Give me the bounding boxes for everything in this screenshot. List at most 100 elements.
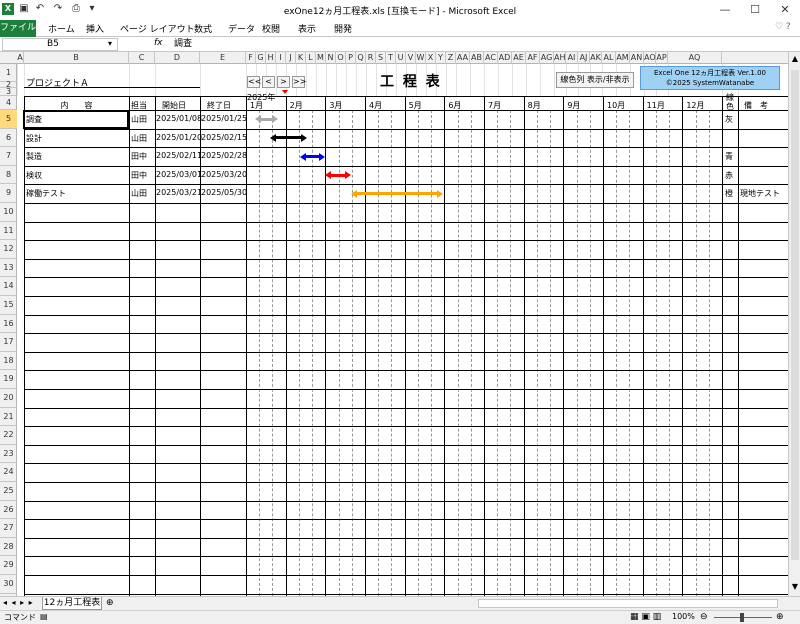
view-buttons[interactable]: ▦ ▣ ▥ [630,612,661,622]
column-header[interactable]: L [306,52,316,64]
column-header[interactable]: AQ [668,52,722,64]
row-header[interactable]: 6 [0,129,17,148]
nav-first-button[interactable]: << [247,76,261,88]
scroll-up-icon[interactable]: ▲ [790,54,800,64]
task-color-cell[interactable]: 青 [725,151,733,162]
task-content-cell[interactable]: 調査 [26,114,42,125]
row-header[interactable]: 8 [0,166,17,185]
task-content-cell[interactable]: 検収 [26,170,42,181]
column-header[interactable]: E [200,52,246,64]
vertical-scrollbar[interactable]: ▲ ▼ [788,52,800,596]
column-header[interactable]: AB [470,52,484,64]
row-header[interactable]: 30 [0,575,17,594]
tab-view[interactable]: 表示 [298,22,316,35]
zoom-out-icon[interactable]: ⊖ [700,612,708,622]
row-header[interactable]: 17 [0,333,17,352]
tab-insert[interactable]: 挿入 [86,22,104,35]
column-header[interactable]: AP [656,52,668,64]
column-header[interactable]: AG [540,52,554,64]
tab-formulas[interactable]: 数式 [194,22,212,35]
row-header[interactable]: 15 [0,296,17,315]
row-header[interactable]: 22 [0,426,17,445]
scroll-down-icon[interactable]: ▼ [790,582,800,592]
task-end-cell[interactable]: 2025/03/20 [201,170,247,179]
column-header[interactable]: AF [526,52,540,64]
row-header[interactable]: 21 [0,408,17,427]
row-header[interactable]: 16 [0,315,17,334]
column-header[interactable]: H [266,52,276,64]
nav-last-button[interactable]: >> [292,76,306,88]
task-end-cell[interactable]: 2025/01/25 [201,114,247,123]
row-header[interactable]: 3 [0,88,17,96]
task-end-cell[interactable]: 2025/05/30 [201,188,247,197]
zoom-in-icon[interactable]: ⊕ [776,612,784,622]
column-header[interactable]: U [396,52,406,64]
column-header[interactable]: N [326,52,336,64]
column-header[interactable]: M [316,52,326,64]
row-header[interactable]: 13 [0,259,17,278]
row-header[interactable]: 27 [0,519,17,538]
task-start-cell[interactable]: 2025/01/20 [156,133,202,142]
column-header[interactable]: Z [446,52,456,64]
row-header[interactable]: 4 [0,96,17,110]
row-header[interactable]: 10 [0,203,17,222]
tab-data[interactable]: データ [228,22,255,35]
nav-prev-button[interactable]: < [262,76,275,88]
row-header[interactable]: 23 [0,445,17,464]
column-header[interactable]: AI [566,52,578,64]
minimize-button[interactable]: — [710,0,740,20]
task-end-cell[interactable]: 2025/02/28 [201,151,247,160]
new-sheet-icon[interactable]: ⊕ [106,598,114,608]
row-header[interactable]: 18 [0,352,17,371]
task-start-cell[interactable]: 2025/03/21 [156,188,202,197]
column-header[interactable]: C [129,52,155,64]
maximize-button[interactable]: ☐ [740,0,770,20]
task-color-cell[interactable]: 橙 [725,188,733,199]
name-box[interactable]: B5 [2,38,118,51]
task-person-cell[interactable]: 山田 [131,188,147,199]
column-header[interactable]: AK [590,52,602,64]
task-person-cell[interactable]: 山田 [131,114,147,125]
task-start-cell[interactable]: 2025/02/11 [156,151,202,160]
column-header[interactable]: AD [498,52,512,64]
task-color-cell[interactable]: 赤 [725,170,733,181]
task-start-cell[interactable]: 2025/01/08 [156,114,202,123]
row-header[interactable]: 24 [0,463,17,482]
sheet-nav-icons[interactable]: ◂ ◂ ▸ ▸ [3,598,34,607]
task-content-cell[interactable]: 設計 [26,133,42,144]
column-header[interactable]: W [416,52,426,64]
column-header[interactable]: B [24,52,129,64]
horizontal-scrollbar[interactable] [478,599,778,608]
column-header[interactable]: R [366,52,376,64]
row-header[interactable]: 7 [0,147,17,166]
column-header[interactable]: T [386,52,396,64]
column-header[interactable]: A [17,52,24,64]
task-content-cell[interactable]: 稼働テスト [26,188,66,199]
scroll-thumb[interactable] [791,70,799,560]
column-header[interactable]: AN [630,52,644,64]
macro-record-icon[interactable]: ▤ [40,612,48,621]
column-header[interactable]: AC [484,52,498,64]
fx-icon[interactable]: fx [154,38,163,48]
task-content-cell[interactable]: 製造 [26,151,42,162]
worksheet-grid[interactable] [17,64,788,596]
column-header[interactable]: AE [512,52,526,64]
zoom-slider-handle[interactable] [740,613,744,622]
row-header[interactable]: 19 [0,370,17,389]
tab-developer[interactable]: 開発 [334,22,352,35]
tab-review[interactable]: 校閲 [262,22,280,35]
task-person-cell[interactable]: 山田 [131,133,147,144]
column-header[interactable]: AA [456,52,470,64]
column-header[interactable]: P [346,52,356,64]
column-header[interactable]: S [376,52,386,64]
tab-home[interactable]: ホーム [48,22,75,35]
row-header[interactable]: 5 [0,110,17,129]
column-header[interactable]: AM [616,52,630,64]
row-header[interactable]: 25 [0,482,17,501]
help-icon[interactable]: ♡ ? [775,22,791,32]
row-header[interactable]: 9 [0,184,17,203]
task-person-cell[interactable]: 田中 [131,170,147,181]
column-header[interactable]: AL [602,52,616,64]
sheet-tab-active[interactable]: 12ヵ月工程表 [42,597,102,610]
column-header[interactable]: J [286,52,296,64]
